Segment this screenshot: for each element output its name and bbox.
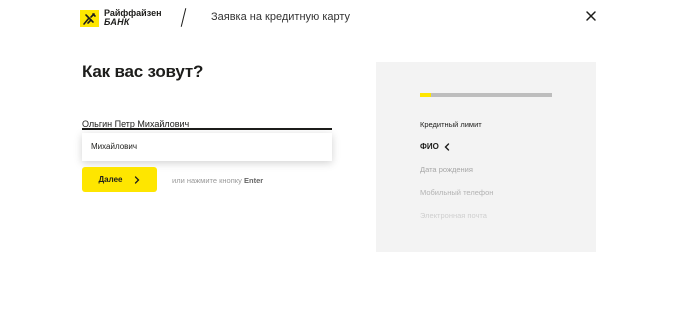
header-divider	[180, 8, 187, 27]
next-button-label: Далее	[98, 175, 123, 184]
suggestion-dropdown: Михайлович	[82, 133, 332, 161]
raiffeisen-logo-icon	[80, 9, 99, 27]
step-email: Электронная почта	[420, 211, 487, 220]
chevron-left-icon	[444, 143, 450, 151]
close-icon	[586, 11, 596, 21]
step-label: Дата рождения	[420, 165, 473, 174]
logo-text: Райффайзен БАНК	[104, 9, 162, 27]
bank-logo[interactable]: Райффайзен БАНК	[80, 9, 162, 27]
name-input[interactable]	[82, 117, 332, 131]
step-credit-limit: Кредитный лимит	[420, 120, 482, 129]
next-button[interactable]: Далее	[82, 167, 157, 192]
step-label: Мобильный телефон	[420, 188, 494, 197]
hint-key: Enter	[244, 176, 264, 185]
step-label: ФИО	[420, 142, 439, 151]
name-field[interactable]	[82, 114, 332, 131]
step-mobile-phone: Мобильный телефон	[420, 188, 493, 197]
step-full-name: ФИО	[420, 142, 450, 151]
form-heading: Как вас зовут?	[82, 62, 204, 81]
step-birth-date: Дата рождения	[420, 165, 473, 174]
close-button[interactable]	[584, 9, 598, 23]
chevron-right-icon	[134, 175, 139, 184]
enter-hint: или нажмите кнопку Enter	[172, 176, 263, 185]
hint-text: или нажмите кнопку	[172, 176, 242, 185]
step-label: Кредитный лимит	[420, 120, 482, 129]
steps-panel: Кредитный лимит ФИО Дата рождения Мобиль…	[376, 62, 596, 252]
progress-fill	[420, 93, 431, 97]
progress-bar	[420, 93, 552, 97]
page-title: Заявка на кредитную карту	[211, 11, 351, 23]
logo-line2: БАНК	[104, 17, 130, 27]
step-label: Электронная почта	[420, 211, 487, 220]
suggestion-item[interactable]: Михайлович	[91, 142, 137, 151]
